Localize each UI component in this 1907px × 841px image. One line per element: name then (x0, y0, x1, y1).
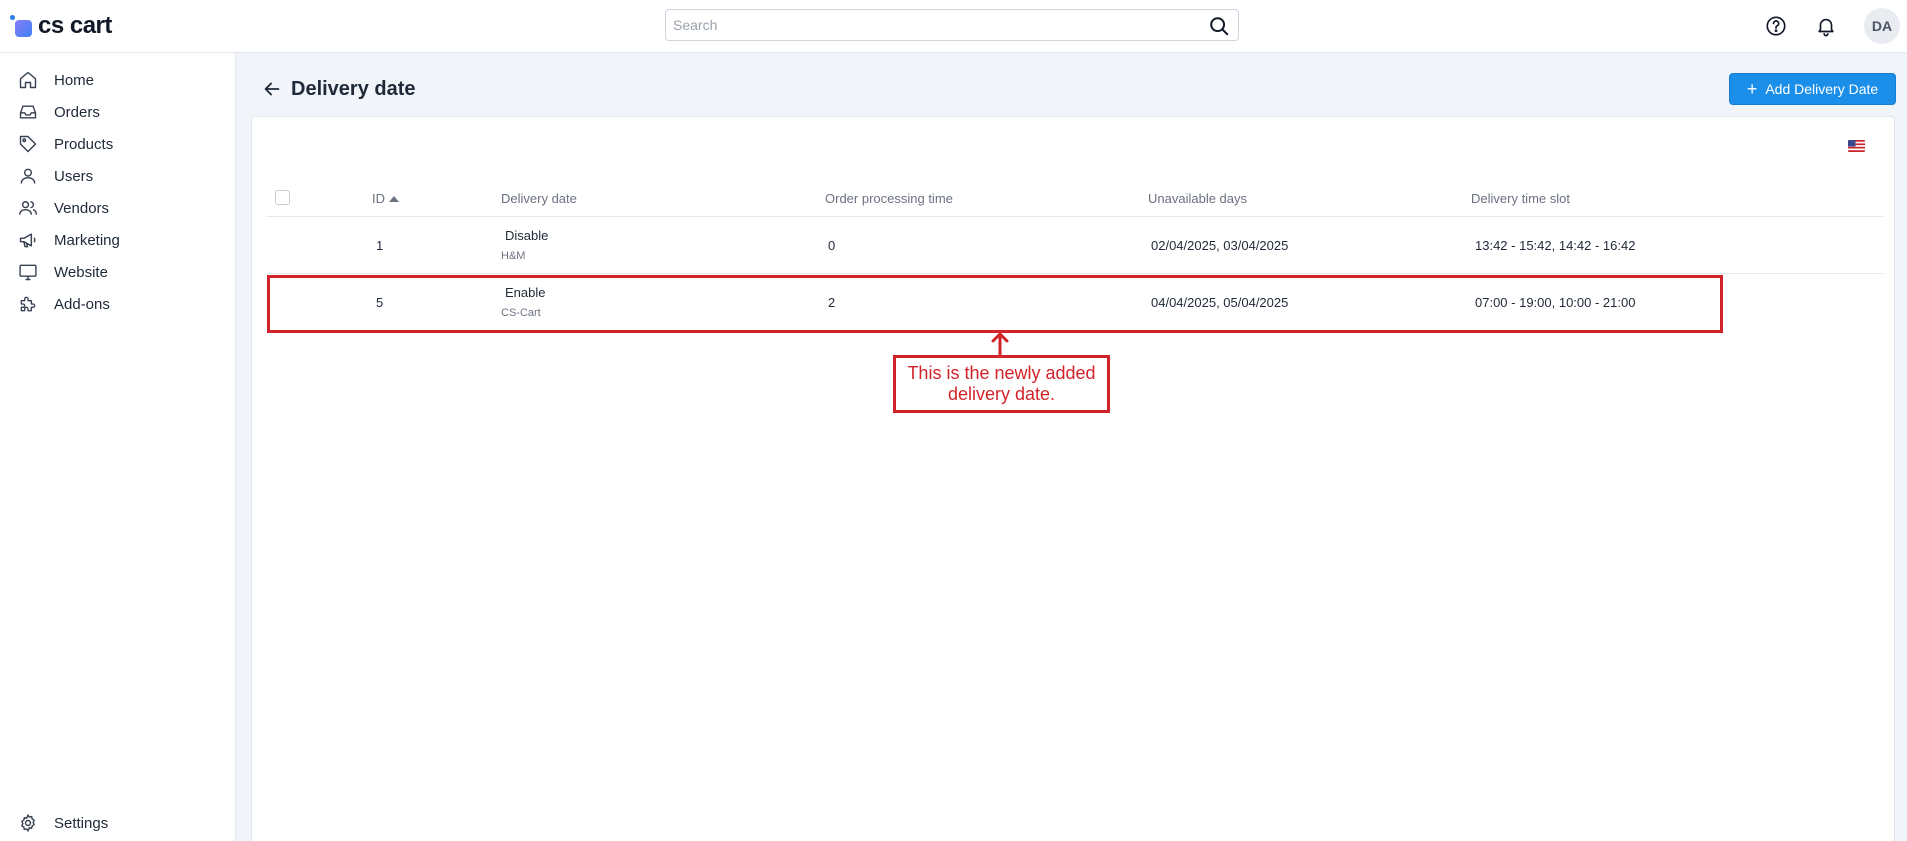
top-bar: cs cart DA (0, 0, 1907, 53)
back-arrow-icon[interactable] (261, 78, 283, 100)
sort-asc-icon (389, 195, 399, 202)
plus-icon: + (1746, 79, 1758, 99)
sidebar-item-website[interactable]: Website (0, 256, 235, 288)
row-vendor: H&M (501, 250, 526, 262)
search-icon[interactable] (1208, 15, 1230, 37)
row-divider (267, 273, 1883, 274)
bell-icon[interactable] (1812, 12, 1840, 40)
sidebar-item-users[interactable]: Users (0, 160, 235, 192)
sidebar-item-label: Add-ons (54, 295, 110, 313)
header-divider (267, 216, 1883, 217)
cs-cart-logo[interactable]: cs cart (10, 12, 112, 40)
row-unavailable-days: 02/04/2025, 03/04/2025 (1151, 238, 1289, 253)
sidebar-item-add-ons[interactable]: Add-ons (0, 288, 235, 320)
sidebar-item-label: Vendors (54, 199, 110, 217)
row-id: 1 (376, 238, 384, 253)
sidebar-item-label: Orders (54, 103, 100, 121)
inbox-icon (19, 105, 37, 119)
search-input[interactable] (666, 10, 1196, 40)
sidebar-item-label: Website (54, 263, 108, 281)
sidebar-item-label: Marketing (54, 231, 120, 249)
search-box (665, 9, 1239, 41)
column-header-delivery-date: Delivery date (501, 191, 577, 206)
monitor-icon (19, 264, 37, 281)
help-icon[interactable] (1762, 12, 1790, 40)
sidebar-item-marketing[interactable]: Marketing (0, 224, 235, 256)
tag-icon (19, 135, 37, 153)
column-header-unavailable-days: Unavailable days (1148, 191, 1248, 206)
add-delivery-date-label: Add Delivery Date (1765, 81, 1879, 97)
megaphone-icon (19, 233, 36, 248)
sidebar-item-orders[interactable]: Orders (0, 96, 235, 128)
sidebar-item-label: Products (54, 135, 114, 153)
logo-mark-icon (10, 15, 32, 37)
sidebar-item-products[interactable]: Products (0, 128, 235, 160)
sidebar-item-label: Settings (54, 814, 109, 832)
row-status[interactable]: Disable (505, 228, 548, 243)
users-icon (18, 201, 38, 215)
row-processing-time: 0 (828, 238, 836, 253)
annotation-callout: This is the newly added delivery date. (893, 355, 1110, 413)
annotation-highlight-box (267, 275, 1723, 333)
column-header-id[interactable]: ID (372, 191, 399, 206)
column-header-processing-time: Order processing time (825, 191, 953, 206)
user-icon (20, 168, 36, 184)
annotation-arrow-icon (991, 332, 1009, 357)
page-title: Delivery date (291, 78, 416, 100)
sidebar: Home Orders Products Users Vendors Marke… (0, 53, 236, 841)
sidebar-item-home[interactable]: Home (0, 64, 235, 96)
annotation-line-2: delivery date. (947, 384, 1056, 404)
us-flag-icon[interactable] (1848, 140, 1865, 152)
sidebar-item-vendors[interactable]: Vendors (0, 192, 235, 224)
select-all-checkbox[interactable] (275, 190, 290, 205)
sidebar-item-settings[interactable]: Settings (0, 807, 235, 839)
puzzle-icon (20, 296, 36, 312)
content-panel (251, 116, 1895, 841)
column-header-time-slot: Delivery time slot (1471, 191, 1570, 206)
sidebar-item-label: Home (54, 71, 95, 89)
home-icon (19, 71, 37, 89)
sidebar-item-label: Users (54, 167, 94, 185)
avatar[interactable]: DA (1864, 8, 1900, 44)
annotation-line-1: This is the newly added (907, 363, 1096, 383)
row-time-slot: 13:42 - 15:42, 14:42 - 16:42 (1475, 238, 1636, 253)
logo-text: cs cart (38, 12, 112, 39)
add-delivery-date-button[interactable]: + Add Delivery Date (1729, 73, 1896, 105)
gear-icon (21, 814, 35, 832)
